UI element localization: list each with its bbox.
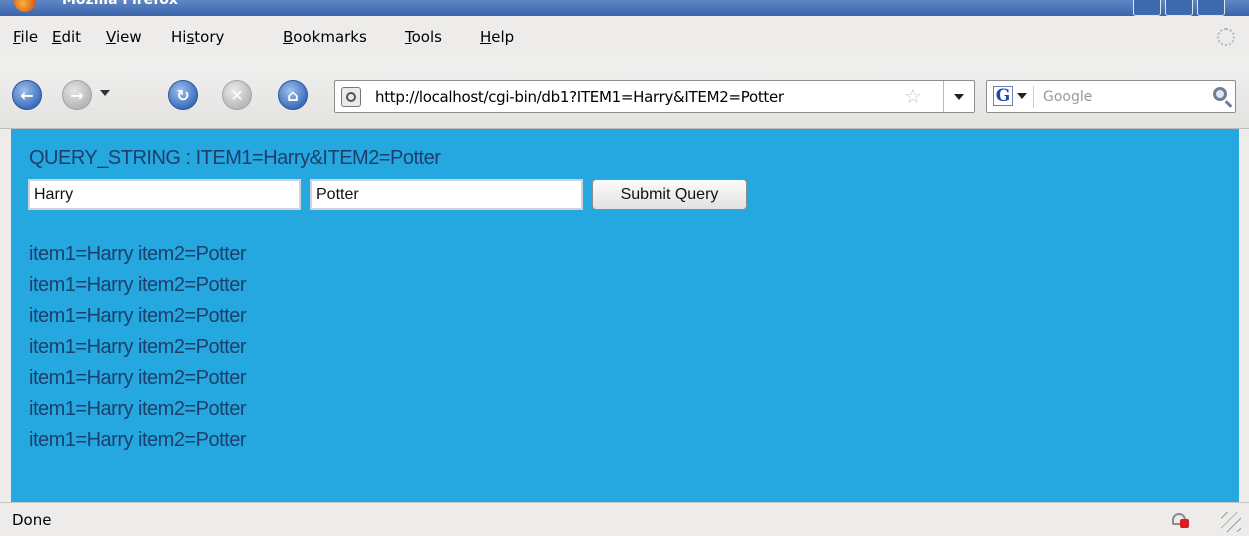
menu-bar: File Edit View History Bookmarks Tools H…: [0, 16, 1249, 56]
item1-input[interactable]: [28, 179, 301, 210]
home-button[interactable]: ⌂: [278, 80, 308, 110]
dropdown-arrow-icon: [954, 93, 964, 100]
search-input[interactable]: Google: [1043, 89, 1092, 105]
minimize-button[interactable]: [1133, 0, 1161, 16]
engine-dropdown-icon[interactable]: [1017, 93, 1027, 99]
close-window-button[interactable]: [1197, 0, 1225, 16]
title-bar: Mozilla Firefox: [0, 0, 1249, 16]
arrow-right-icon: →: [70, 85, 84, 105]
search-separator: [1033, 86, 1034, 108]
menu-edit[interactable]: Edit: [52, 28, 81, 46]
forward-button[interactable]: →: [62, 80, 92, 110]
reload-button[interactable]: ↻: [168, 80, 198, 110]
page-content: QUERY_STRING : ITEM1=Harry&ITEM2=Potter …: [11, 129, 1239, 502]
status-bar: Done: [0, 502, 1249, 536]
url-text[interactable]: http://localhost/cgi-bin/db1?ITEM1=Harry…: [375, 88, 784, 106]
maximize-button[interactable]: [1165, 0, 1193, 16]
item2-input[interactable]: [310, 179, 583, 210]
query-string-heading: QUERY_STRING : ITEM1=Harry&ITEM2=Potter: [29, 147, 441, 169]
google-engine-icon[interactable]: G: [993, 86, 1013, 106]
reload-icon: ↻: [176, 85, 190, 105]
window-right-edge: [1239, 129, 1249, 502]
menu-bookmarks[interactable]: Bookmarks: [283, 28, 367, 46]
menu-view[interactable]: View: [106, 28, 142, 46]
stop-icon: ✕: [230, 85, 244, 105]
result-line: item1=Harry item2=Potter: [29, 367, 246, 389]
result-line: item1=Harry item2=Potter: [29, 336, 246, 358]
site-identity-icon[interactable]: [341, 87, 361, 107]
resize-grip[interactable]: [1221, 512, 1241, 532]
url-history-dropdown[interactable]: [943, 81, 974, 112]
menu-history[interactable]: History: [171, 28, 224, 46]
result-line: item1=Harry item2=Potter: [29, 398, 246, 420]
result-line: item1=Harry item2=Potter: [29, 429, 246, 451]
bookmark-star-icon[interactable]: ☆: [904, 86, 922, 106]
firefox-logo-icon: [14, 0, 36, 12]
window-title: Mozilla Firefox: [62, 0, 178, 8]
back-button[interactable]: ←: [12, 80, 42, 110]
history-dropdown-icon[interactable]: [100, 90, 110, 96]
results-list: item1=Harry item2=Potter item1=Harry ite…: [29, 239, 246, 456]
navigation-toolbar: ← → ↻ ✕ ⌂ http://localhost/cgi-bin/db1?I…: [0, 56, 1249, 129]
window-left-edge: [0, 129, 11, 502]
url-bar[interactable]: http://localhost/cgi-bin/db1?ITEM1=Harry…: [334, 80, 975, 113]
submit-query-button[interactable]: Submit Query: [592, 179, 747, 210]
menu-tools[interactable]: Tools: [405, 28, 442, 46]
result-line: item1=Harry item2=Potter: [29, 305, 246, 327]
result-line: item1=Harry item2=Potter: [29, 243, 246, 265]
home-icon: ⌂: [287, 85, 299, 105]
status-text: Done: [12, 510, 52, 529]
offline-status-icon[interactable]: [1172, 513, 1189, 528]
activity-throbber-icon: [1217, 28, 1235, 46]
menu-file[interactable]: File: [13, 28, 38, 46]
result-line: item1=Harry item2=Potter: [29, 274, 246, 296]
search-bar[interactable]: G Google: [986, 80, 1236, 113]
arrow-left-icon: ←: [20, 85, 34, 105]
search-icon[interactable]: [1213, 87, 1227, 101]
stop-button[interactable]: ✕: [222, 80, 252, 110]
menu-help[interactable]: Help: [480, 28, 514, 46]
